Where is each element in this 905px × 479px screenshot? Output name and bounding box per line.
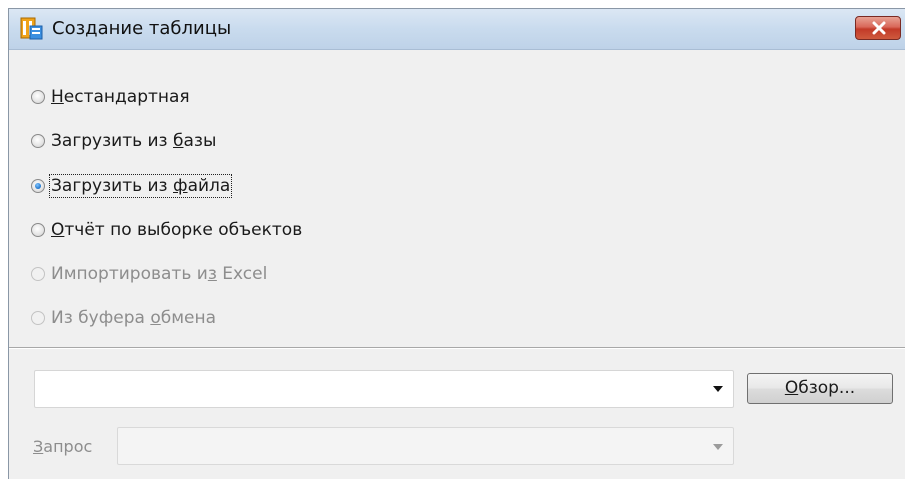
radio-button[interactable]	[31, 223, 45, 237]
dialog-window: Создание таблицы Нестандартная Загрузить…	[8, 8, 905, 479]
radio-button-disabled	[31, 267, 45, 281]
radio-option-selection-report[interactable]: Отчёт по выборке объектов	[31, 217, 302, 243]
radio-button[interactable]	[31, 90, 45, 104]
table-app-icon	[20, 17, 43, 40]
query-label: Запрос	[33, 437, 93, 456]
file-path-combobox[interactable]	[34, 370, 734, 408]
radio-option-import-excel: Импортировать из Excel	[31, 261, 267, 287]
close-button[interactable]	[855, 16, 901, 40]
query-combobox	[117, 427, 734, 465]
radio-label: Импортировать из Excel	[51, 264, 268, 284]
close-icon	[872, 21, 886, 35]
radio-label: Загрузить из файла	[48, 174, 233, 198]
separator	[9, 347, 905, 349]
radio-button[interactable]	[31, 134, 45, 148]
title-bar[interactable]: Создание таблицы	[9, 9, 905, 50]
radio-label: Из буфера обмена	[51, 308, 217, 328]
radio-label: Нестандартная	[51, 87, 190, 107]
browse-button[interactable]: Обзор...	[747, 373, 893, 404]
radio-option-from-database[interactable]: Загрузить из базы	[31, 128, 216, 154]
window-title: Создание таблицы	[52, 18, 232, 39]
radio-option-custom[interactable]: Нестандартная	[31, 84, 190, 110]
radio-option-clipboard: Из буфера обмена	[31, 305, 216, 331]
radio-button-selected[interactable]	[31, 179, 45, 193]
radio-label: Загрузить из базы	[51, 131, 217, 151]
chevron-down-icon[interactable]	[713, 386, 723, 392]
radio-label: Отчёт по выборке объектов	[51, 220, 303, 240]
chevron-down-icon	[713, 444, 723, 450]
radio-option-from-file[interactable]: Загрузить из файла	[31, 173, 233, 199]
radio-button-disabled	[31, 311, 45, 325]
